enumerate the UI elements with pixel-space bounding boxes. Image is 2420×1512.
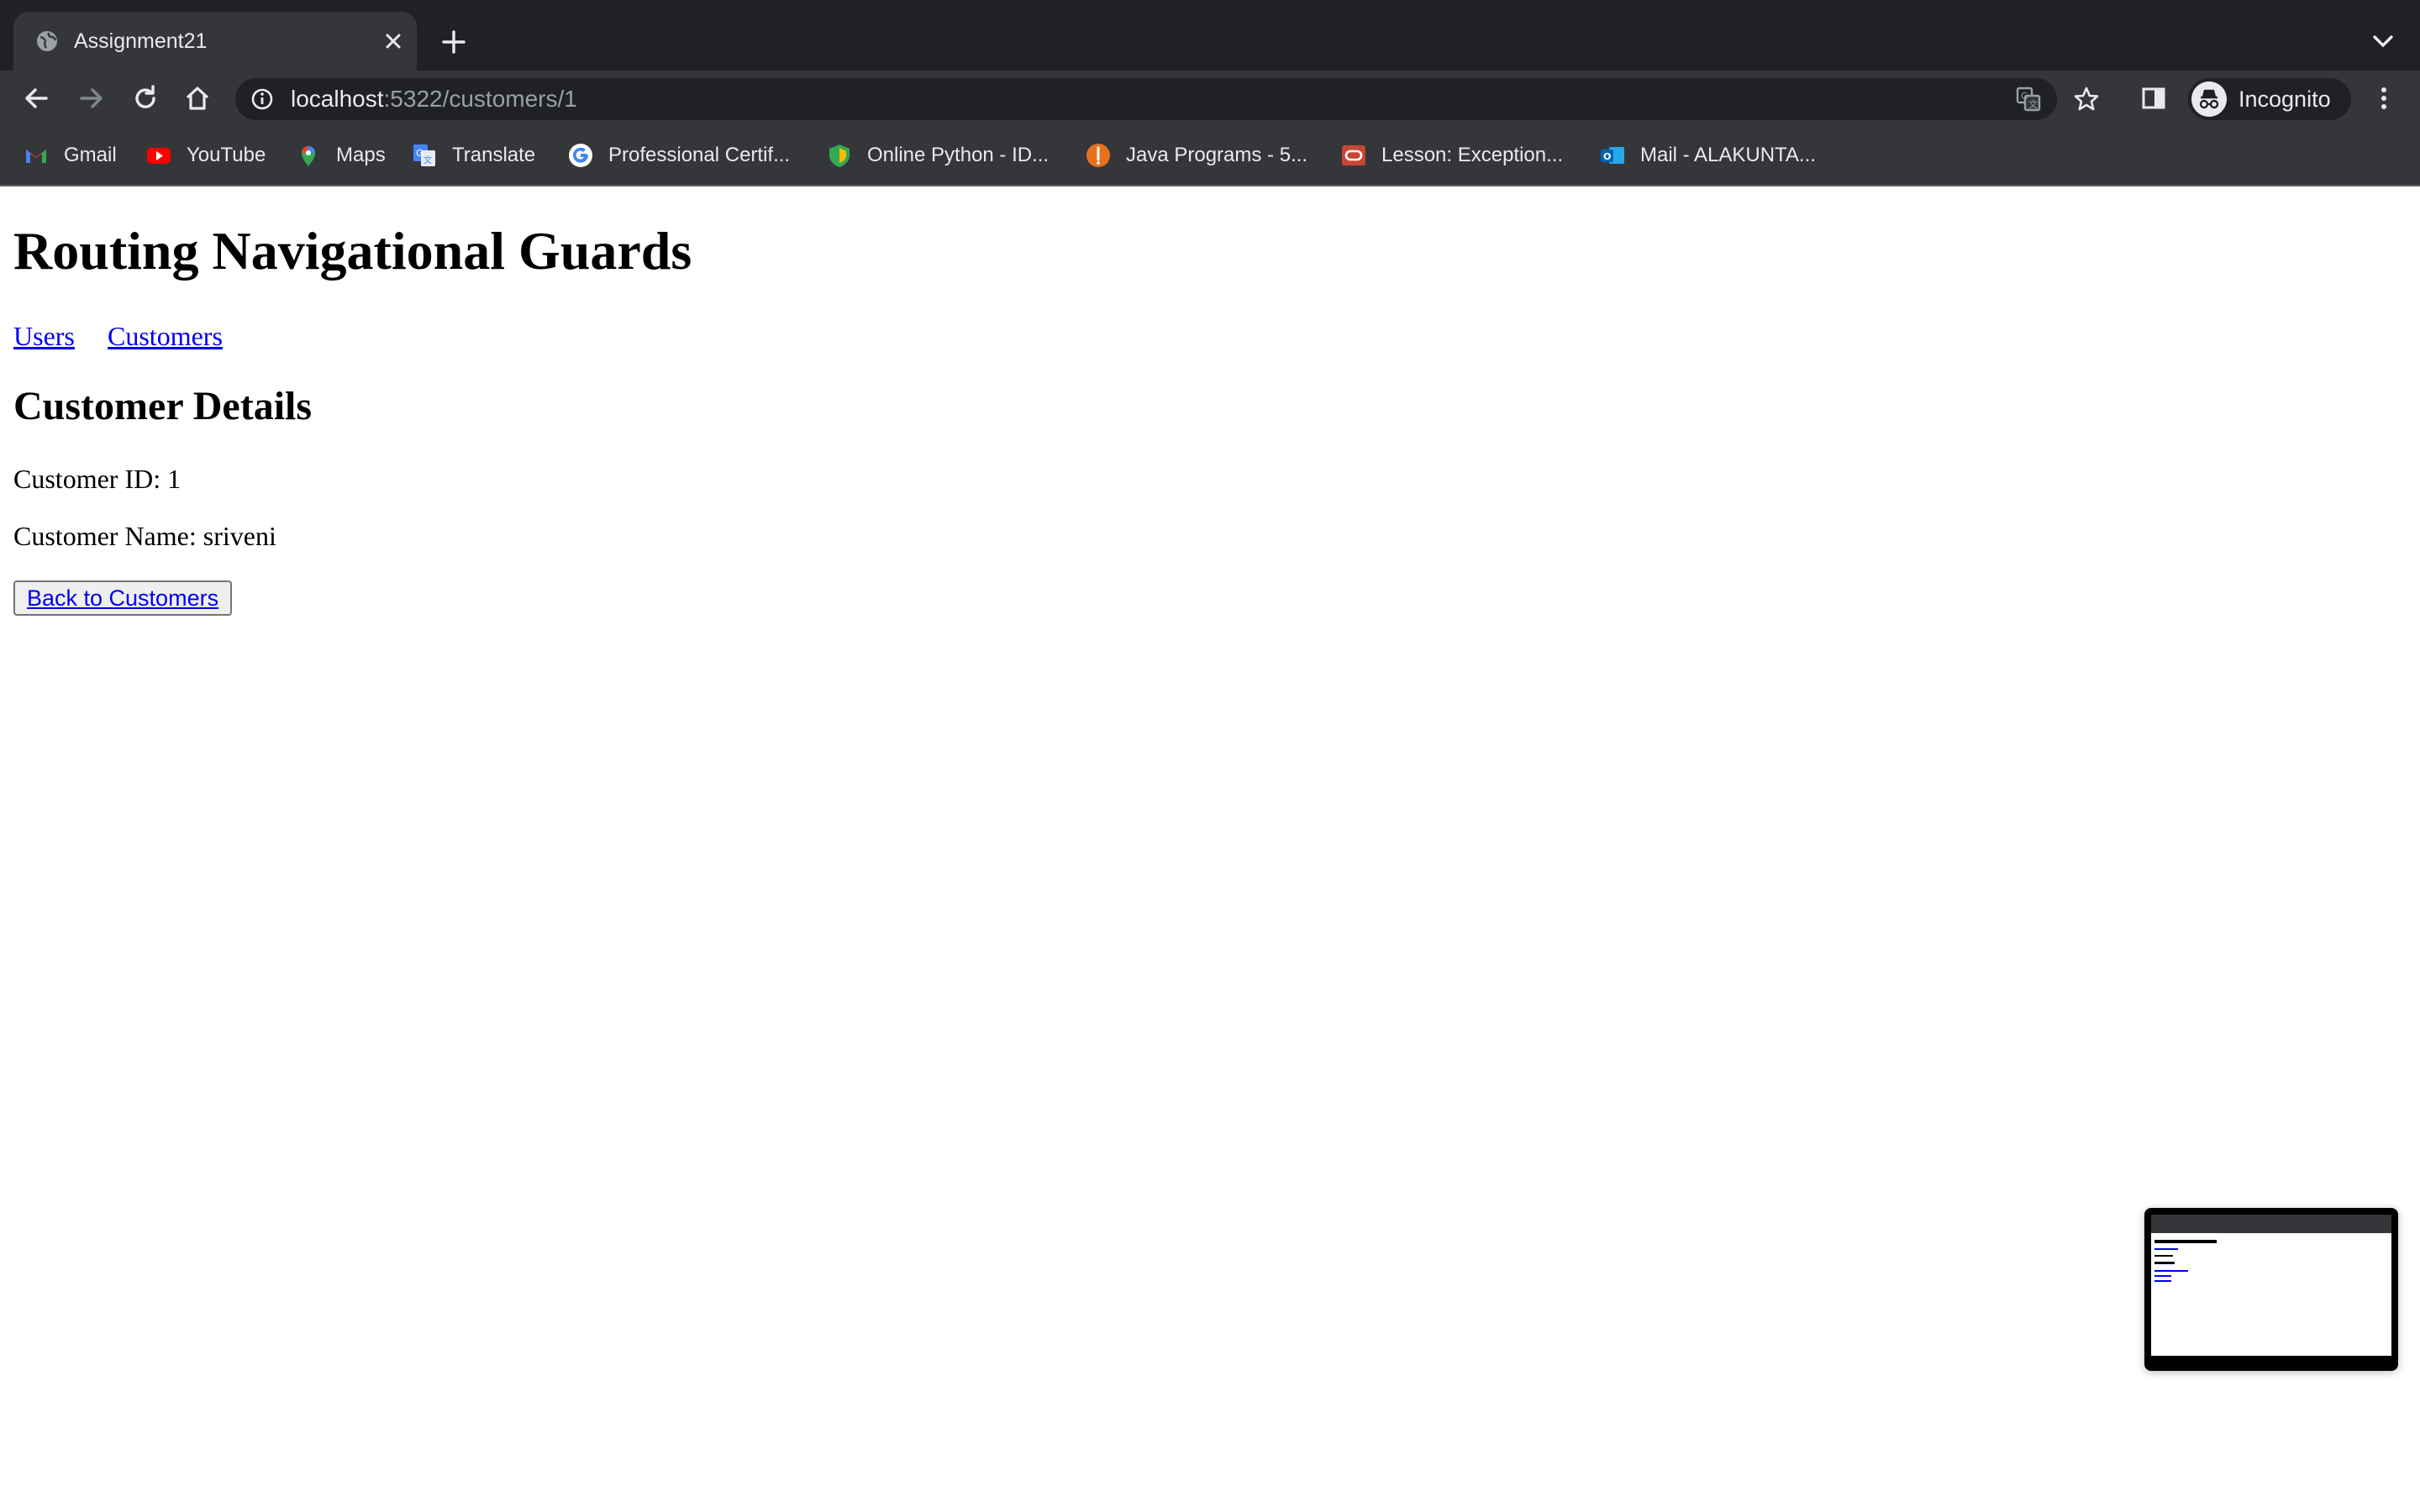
nav-link-customers[interactable]: Customers [108,321,223,352]
home-icon[interactable] [182,82,213,114]
bookmark-label: Translate [452,144,536,166]
incognito-icon [2191,81,2227,117]
close-icon[interactable] [380,28,407,55]
bookmark-label: Java Programs - 5... [1126,144,1308,166]
side-panel-icon[interactable] [2138,82,2170,114]
browser-tab[interactable]: Assignment21 [13,12,417,71]
tab-strip: Assignment21 [0,0,2420,71]
svg-text:文: 文 [424,155,432,165]
back-to-customers-button[interactable]: Back to Customers [13,580,233,616]
screenshot-thumbnail[interactable] [2144,1208,2398,1371]
thumbnail-nav-line [2154,1248,2178,1250]
google-icon [569,144,592,167]
thumbnail-preview [2151,1215,2391,1356]
svg-text:G: G [2021,91,2028,102]
bookmark-label: Maps [336,144,386,166]
address-bar[interactable]: localhost:5322/customers/1 G 文 [235,78,2099,120]
bookmark-translate[interactable]: G 文 Translate [412,126,535,185]
bookmark-maps[interactable]: Maps [296,126,386,185]
translate-icon[interactable]: G 文 [2015,86,2042,113]
thumbnail-link-line [2154,1275,2171,1277]
bookmark-mail-alakunta[interactable]: O Mail - ALAKUNTA... [1600,126,1816,185]
svg-text:文: 文 [2028,98,2038,110]
thumbnail-link-line [2154,1280,2171,1282]
java-programs-icon [1086,144,1110,167]
incognito-profile-button[interactable]: Incognito [2188,78,2351,120]
oracle-icon [1342,145,1365,165]
bookmark-online-python[interactable]: Online Python - ID... [827,126,1049,185]
svg-text:O: O [1603,151,1611,162]
globe-icon [37,31,57,51]
url-text[interactable]: localhost:5322/customers/1 [291,78,577,120]
thumbnail-title-line [2154,1240,2217,1243]
bookmark-label: YouTube [187,144,266,166]
bookmark-gmail[interactable]: Gmail [24,126,117,185]
nav-link-users[interactable]: Users [13,321,75,352]
bookmark-youtube[interactable]: YouTube [146,126,266,185]
thumbnail-heading-line [2154,1262,2175,1264]
incognito-label: Incognito [2238,87,2331,112]
browser-toolbar: localhost:5322/customers/1 G 文 Incognito [0,71,2420,126]
thumbnail-link-line [2154,1270,2188,1272]
more-menu-icon[interactable] [2368,82,2400,114]
bookmark-label: Mail - ALAKUNTA... [1640,144,1816,166]
bookmark-label: Lesson: Exception... [1381,144,1564,166]
page-title: Routing Navigational Guards [13,221,692,281]
url-host: localhost [291,86,384,112]
page-content: Routing Navigational Guards Users Custom… [0,186,2420,1512]
maps-icon [302,146,315,166]
bookmark-star-icon[interactable] [2072,85,2101,113]
info-icon[interactable] [250,87,274,111]
thumbnail-text-line [2154,1255,2173,1257]
bookmark-label: Professional Certif... [608,144,791,166]
thumbnail-chrome [2151,1215,2391,1233]
back-arrow-icon[interactable] [20,82,52,114]
forward-arrow-icon[interactable] [76,82,108,114]
tab-title: Assignment21 [74,29,208,53]
youtube-icon [147,148,171,164]
section-title: Customer Details [13,384,313,428]
new-tab-icon[interactable] [437,25,471,59]
bookmark-java-programs[interactable]: Java Programs - 5... [1086,126,1307,185]
bookmark-lesson-exception[interactable]: Lesson: Exception... [1341,126,1563,185]
python-ide-icon [829,144,850,167]
bookmarks-bar: Gmail YouTube Maps G 文 Translate Profess… [0,126,2420,186]
bookmark-label: Gmail [64,144,117,166]
bookmark-label: Online Python - ID... [867,144,1050,166]
chevron-down-icon[interactable] [2368,30,2398,54]
reload-icon[interactable] [129,82,161,114]
url-path: :5322/customers/1 [383,86,577,112]
customer-name-text: Customer Name: sriveni [13,521,276,551]
gmail-icon [26,150,46,163]
bookmark-professional-certif[interactable]: Professional Certif... [568,126,790,185]
translate-icon: G 文 [413,144,435,166]
customer-id-text: Customer ID: 1 [13,464,182,494]
svg-text:G: G [416,148,424,159]
outlook-icon: O [1601,147,1624,164]
